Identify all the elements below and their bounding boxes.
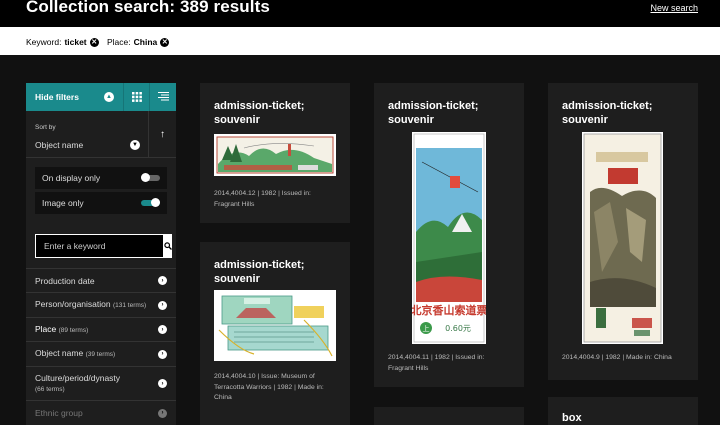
ticket-image [216, 136, 334, 174]
active-filters-bar: Keyword: ticket ✕ Place: China ✕ [0, 27, 720, 55]
ticket-image [583, 133, 662, 343]
facet-label: Person/organisation [35, 299, 111, 309]
toggle-switch-off[interactable] [141, 173, 160, 182]
card-meta: 2014,4004.12 | 1982 | Issued in: Fragran… [214, 190, 311, 208]
chevron-right-icon: › [158, 408, 167, 418]
result-card[interactable]: admission-ticket; souvenir 北京香山索道票 上 0.6… [374, 83, 524, 387]
chevron-right-icon: › [158, 325, 167, 334]
remove-chip-icon[interactable]: ✕ [160, 37, 170, 47]
result-card[interactable]: admission-ticket; souvenir 2014,4004.12 … [200, 83, 350, 223]
ticket-thumbnail[interactable] [214, 290, 336, 361]
chip-key: Place: [107, 37, 131, 47]
facet-count: (66 terms) [35, 385, 65, 393]
result-card[interactable]: admission-ticket; souvenir 2014,4004.9 |… [548, 83, 698, 380]
grid-icon [131, 92, 142, 102]
card-meta: 2014,4004.10 | Issue: Museum of Terracot… [214, 373, 324, 401]
toggle-label: Image only [42, 198, 84, 208]
card-title: admission-ticket; souvenir [214, 259, 305, 285]
card-meta: 2014,4004.9 | 1982 | Made in: China [562, 354, 672, 361]
facet-label: Place [35, 323, 57, 334]
facet-object-name[interactable]: Object name (39 terms) › [26, 341, 176, 366]
card-title: admission-ticket; souvenir [388, 100, 479, 126]
page-title: Collection search: 389 results [26, 0, 270, 16]
ticket-badge-text: 上 [423, 324, 430, 333]
chevron-right-icon: › [158, 300, 167, 310]
grid-view-button[interactable] [123, 83, 149, 111]
hide-filters-label: Hide filters [35, 92, 79, 102]
chip-key: Keyword: [26, 37, 62, 47]
sort-value: Object name [35, 140, 84, 150]
facet-count: (89 terms) [58, 326, 89, 334]
keyword-input[interactable] [35, 234, 164, 258]
toggle-switch-on[interactable] [141, 198, 160, 207]
facet-ethnic-group[interactable]: Ethnic group › [26, 400, 176, 425]
facet-label: Culture/period/dynasty [35, 372, 121, 383]
ticket-price-text: 0.60元 [445, 324, 471, 333]
place-filter-chip[interactable]: Place: China ✕ [107, 37, 170, 47]
facet-person-organisation[interactable]: Person/organisation (131 terms) › [26, 292, 176, 317]
ticket-image: 北京香山索道票 上 0.60元 [412, 133, 486, 343]
on-display-toggle[interactable]: On display only [35, 167, 167, 189]
ticket-thumbnail[interactable] [582, 132, 663, 344]
chevron-up-icon: ▲ [104, 92, 114, 102]
chevron-right-icon: › [158, 276, 167, 285]
ticket-thumbnail[interactable]: 北京香山索道票 上 0.60元 [412, 132, 486, 344]
chevron-right-icon: › [158, 349, 167, 359]
facet-label: Object name [35, 348, 84, 358]
card-title: box [562, 412, 582, 424]
facet-count: (131 terms) [112, 302, 147, 309]
card-title: admission-ticket; souvenir [562, 100, 653, 126]
card-title: admission-ticket; souvenir [214, 100, 305, 126]
arrow-up-icon: ↑ [160, 128, 165, 140]
toggle-label: On display only [42, 173, 101, 183]
chip-value: ticket [64, 37, 87, 47]
chip-value: China [133, 37, 158, 47]
filter-sidebar: Hide filters ▲ Sort by Object name ▼ ↑ O… [26, 83, 176, 425]
divider [26, 157, 176, 158]
image-only-toggle[interactable]: Image only [35, 192, 167, 214]
keyword-filter-chip[interactable]: Keyword: ticket ✕ [26, 37, 99, 47]
result-card[interactable] [374, 407, 524, 425]
card-meta: 2014,4004.11 | 1982 | Issued in: Fragran… [388, 354, 485, 372]
result-card[interactable]: box [548, 397, 698, 425]
list-icon [157, 92, 169, 101]
sort-by-label: Sort by [35, 124, 56, 131]
facet-place[interactable]: Place (89 terms) › [26, 317, 176, 341]
ticket-thumbnail[interactable] [214, 134, 336, 176]
chevron-down-icon: ▼ [130, 140, 140, 150]
keyword-search [35, 234, 172, 258]
facet-count: (39 terms) [85, 351, 116, 358]
list-view-button[interactable] [149, 83, 176, 111]
remove-chip-icon[interactable]: ✕ [89, 37, 99, 47]
page-header: Collection search: 389 results New searc… [0, 0, 720, 27]
search-icon [164, 242, 172, 250]
facet-label: Production date [35, 275, 95, 286]
sort-select[interactable]: Object name ▼ [35, 140, 140, 150]
svg-text:北京香山索道票: 北京香山索道票 [412, 303, 486, 317]
new-search-link[interactable]: New search [650, 3, 698, 13]
ticket-image [218, 295, 333, 357]
chevron-right-icon: › [158, 379, 167, 388]
keyword-search-button[interactable] [164, 234, 172, 258]
facet-label: Ethnic group [35, 408, 83, 418]
result-card[interactable]: admission-ticket; souvenir 2014,4004.10 … [200, 242, 350, 425]
facet-production-date[interactable]: Production date › [26, 268, 176, 292]
sort-direction-button[interactable]: ↑ [148, 111, 176, 157]
hide-filters-button[interactable]: Hide filters ▲ [26, 83, 123, 111]
facet-culture-period-dynasty[interactable]: Culture/period/dynasty (66 terms) › [26, 366, 176, 400]
